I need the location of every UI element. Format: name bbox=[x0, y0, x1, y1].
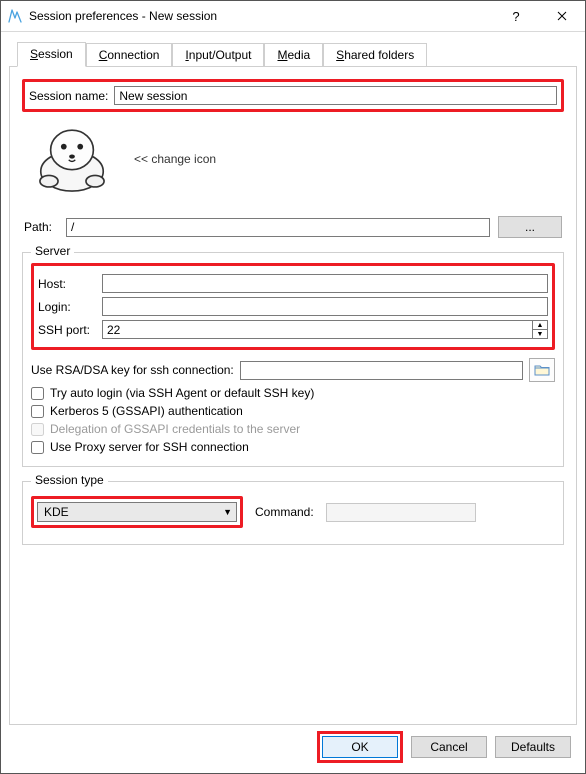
button-bar: OK Cancel Defaults bbox=[1, 731, 585, 763]
window-title: Session preferences - New session bbox=[29, 9, 217, 23]
app-icon bbox=[7, 8, 23, 24]
client-area: Session Connection Input/Output Media Sh… bbox=[9, 41, 577, 725]
chk-proxy-label: Use Proxy server for SSH connection bbox=[50, 440, 249, 454]
session-name-input[interactable] bbox=[114, 86, 557, 105]
chk-delegation-label: Delegation of GSSAPI credentials to the … bbox=[50, 422, 300, 436]
server-legend: Server bbox=[31, 244, 74, 258]
path-label: Path: bbox=[24, 220, 58, 234]
path-input[interactable] bbox=[66, 218, 490, 237]
highlight-server: Host: Login: SSH port: ▲ ▼ bbox=[31, 263, 555, 350]
chk-kerberos[interactable]: Kerberos 5 (GSSAPI) authentication bbox=[31, 404, 555, 418]
login-input[interactable] bbox=[102, 297, 548, 316]
session-icon[interactable] bbox=[30, 122, 114, 196]
rsa-label: Use RSA/DSA key for ssh connection: bbox=[31, 363, 234, 377]
sshport-down[interactable]: ▼ bbox=[532, 329, 548, 339]
window: Session preferences - New session ? Sess… bbox=[0, 0, 586, 774]
host-input[interactable] bbox=[102, 274, 548, 293]
session-type-select[interactable]: KDE ▼ bbox=[37, 502, 237, 522]
icon-row: << change icon bbox=[30, 122, 560, 196]
highlight-session-type: KDE ▼ bbox=[31, 496, 243, 528]
rsa-input[interactable] bbox=[240, 361, 523, 380]
tab-shared[interactable]: Shared folders bbox=[323, 43, 427, 67]
tab-body: Session name: bbox=[9, 66, 577, 725]
tab-io[interactable]: Input/Output bbox=[172, 43, 264, 67]
titlebar: Session preferences - New session ? bbox=[1, 1, 585, 32]
change-icon-link[interactable]: << change icon bbox=[134, 152, 216, 166]
chk-delegation: Delegation of GSSAPI credentials to the … bbox=[31, 422, 555, 436]
server-group: Server Host: Login: SSH port: bbox=[22, 252, 564, 467]
tab-connection[interactable]: Connection bbox=[86, 43, 173, 67]
command-label: Command: bbox=[255, 505, 314, 519]
chk-proxy-box[interactable] bbox=[31, 441, 44, 454]
highlight-session-name: Session name: bbox=[22, 79, 564, 112]
help-button[interactable]: ? bbox=[493, 1, 539, 31]
session-type-legend: Session type bbox=[31, 473, 108, 487]
cancel-button[interactable]: Cancel bbox=[411, 736, 487, 758]
chk-kerberos-box[interactable] bbox=[31, 405, 44, 418]
session-type-group: Session type KDE ▼ Command: bbox=[22, 481, 564, 545]
chk-autologin-label: Try auto login (via SSH Agent or default… bbox=[50, 386, 314, 400]
chevron-down-icon: ▼ bbox=[223, 507, 232, 517]
tab-media[interactable]: Media bbox=[264, 43, 323, 67]
chk-kerberos-label: Kerberos 5 (GSSAPI) authentication bbox=[50, 404, 243, 418]
session-name-label: Session name: bbox=[29, 89, 108, 103]
highlight-ok: OK bbox=[317, 731, 403, 763]
chk-autologin-box[interactable] bbox=[31, 387, 44, 400]
sshport-up[interactable]: ▲ bbox=[532, 320, 548, 329]
sshport-spinner[interactable]: ▲ ▼ bbox=[102, 320, 548, 339]
chk-proxy[interactable]: Use Proxy server for SSH connection bbox=[31, 440, 555, 454]
sshport-input[interactable] bbox=[102, 320, 532, 339]
path-browse-button[interactable]: ... bbox=[498, 216, 562, 238]
rsa-browse-button[interactable] bbox=[529, 358, 555, 382]
chk-delegation-box bbox=[31, 423, 44, 436]
ok-button[interactable]: OK bbox=[322, 736, 398, 758]
chk-autologin[interactable]: Try auto login (via SSH Agent or default… bbox=[31, 386, 555, 400]
defaults-button[interactable]: Defaults bbox=[495, 736, 571, 758]
path-row: Path: ... bbox=[24, 216, 562, 238]
tab-strip: Session Connection Input/Output Media Sh… bbox=[17, 41, 577, 66]
session-type-value: KDE bbox=[44, 505, 69, 519]
login-label: Login: bbox=[38, 300, 96, 314]
close-button[interactable] bbox=[539, 1, 585, 31]
tab-session[interactable]: Session bbox=[17, 42, 86, 67]
sshport-label: SSH port: bbox=[38, 323, 96, 337]
host-label: Host: bbox=[38, 277, 96, 291]
command-input bbox=[326, 503, 476, 522]
